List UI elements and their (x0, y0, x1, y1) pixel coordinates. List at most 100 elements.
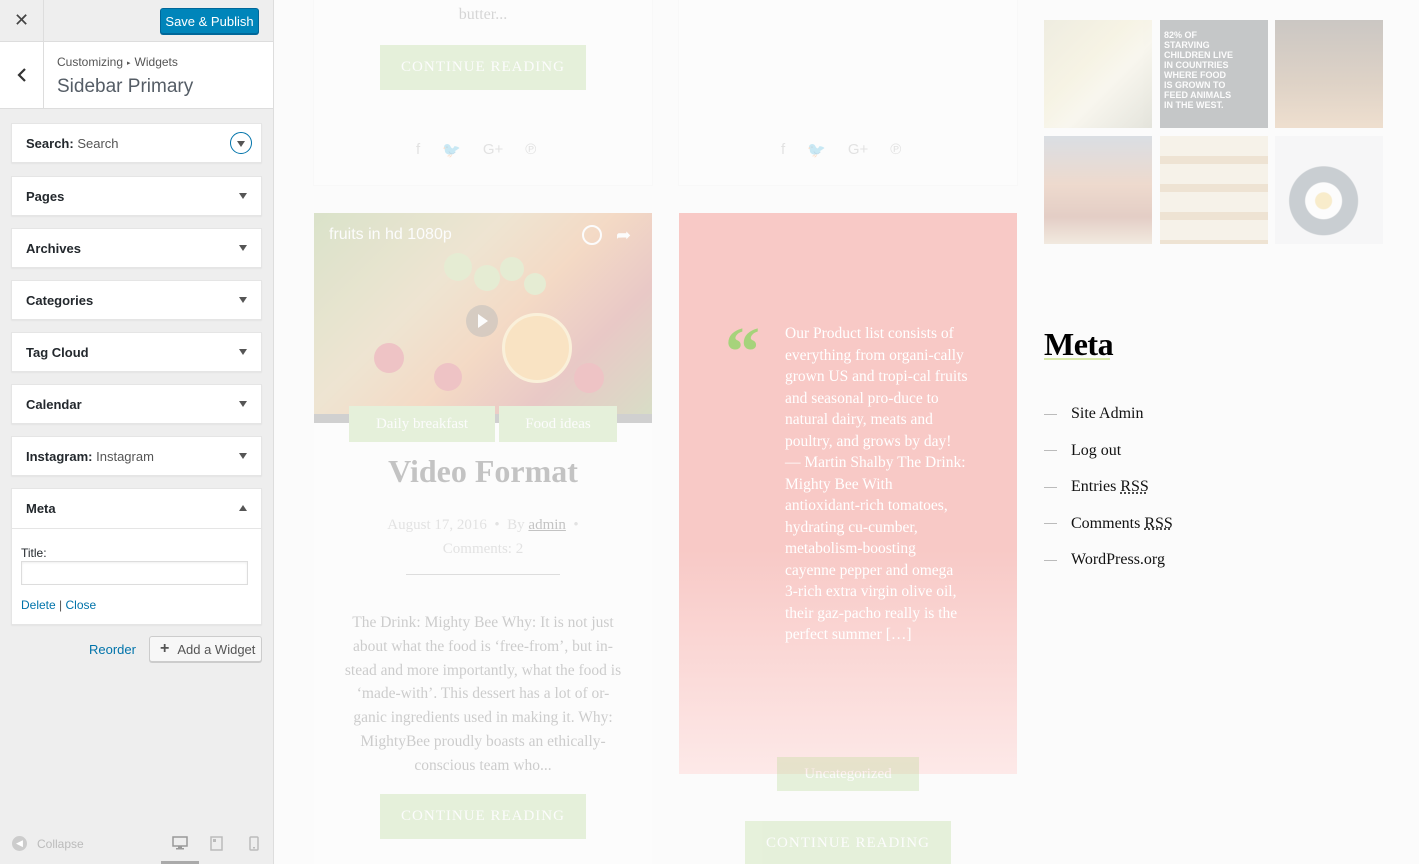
widget-search-name: Search (26, 136, 70, 151)
close-customizer-button[interactable]: ✕ (0, 0, 44, 41)
widget-calendar-name: Calendar (26, 397, 82, 412)
widget-toggle-button[interactable] (230, 132, 252, 154)
chevron-down-icon[interactable] (239, 245, 247, 251)
post-author-link[interactable]: admin (528, 517, 566, 533)
widget-archives[interactable]: Archives (11, 228, 262, 268)
widget-meta[interactable]: Meta Title: Delete | Close (11, 488, 262, 625)
pinterest-icon[interactable]: ℗ (890, 141, 901, 159)
widget-instagram-name: Instagram (26, 449, 89, 464)
tag-daily-breakfast[interactable]: Daily breakfast (349, 406, 495, 442)
post-meta: August 17, 2016 • By admin • Comments: 2 (387, 517, 579, 557)
post-date: August 17, 2016 (387, 517, 487, 533)
instagram-image[interactable] (1160, 136, 1268, 244)
widget-instagram-title: Instagram (96, 449, 154, 464)
widget-instagram[interactable]: Instagram: Instagram (11, 436, 262, 476)
continue-reading-button[interactable]: CONTINUE READING (380, 45, 586, 90)
category-tag[interactable]: Uncategorized (777, 757, 919, 791)
post-title[interactable]: Video Format (314, 453, 652, 490)
quote-post-card: “ Our Product list consists of everythin… (679, 213, 1017, 774)
section-title: Sidebar Primary (57, 76, 194, 97)
video-thumbnail[interactable]: fruits in hd 1080p ➦ (314, 213, 652, 423)
widget-categories[interactable]: Categories (11, 280, 262, 320)
quote-text: Our Product list consists of everything … (785, 325, 968, 643)
title-input[interactable] (21, 561, 248, 585)
instagram-grid: 82% of starving children live in countri… (1044, 20, 1384, 244)
widget-archives-name: Archives (26, 241, 81, 256)
chevron-down-icon[interactable] (239, 453, 247, 459)
tag-food-ideas[interactable]: Food ideas (499, 406, 617, 442)
chevron-down-icon[interactable] (239, 193, 247, 199)
twitter-icon[interactable]: 🐦 (807, 141, 826, 159)
close-icon: ✕ (13, 10, 30, 30)
divider (406, 574, 560, 575)
facebook-icon[interactable]: f (781, 141, 785, 159)
section-info: Customizing ▸ Widgets Sidebar Primary (0, 42, 273, 109)
watch-later-icon[interactable] (582, 225, 602, 245)
save-publish-button[interactable]: Save & Publish (160, 8, 259, 34)
add-widget-button[interactable]: + Add a Widget (149, 636, 262, 662)
chevron-left-icon (16, 68, 26, 82)
instagram-image[interactable] (1044, 136, 1152, 244)
chevron-down-icon[interactable] (239, 297, 247, 303)
mobile-preview-icon[interactable] (249, 836, 259, 851)
collapse-button[interactable]: ◀ Collapse (12, 836, 84, 851)
widget-pages-name: Pages (26, 189, 65, 204)
video-title: fruits in hd 1080p (329, 226, 452, 243)
meta-link-log-out[interactable]: Log out (1044, 433, 1173, 470)
quote-icon: “ (725, 314, 760, 391)
google-plus-icon[interactable]: G+ (483, 141, 503, 159)
customizer-footer: ◀ Collapse (0, 824, 273, 864)
widget-actions: Delete | Close (21, 598, 97, 612)
customizer-panel: ✕ Save & Publish Customizing ▸ Widgets Sid… (0, 0, 274, 864)
post-card: butter... CONTINUE READING f 🐦 G+ ℗ (314, 0, 652, 185)
instagram-image[interactable]: 82% of starving children live in countri… (1160, 20, 1268, 128)
breadcrumb-separator: ▸ (127, 60, 131, 67)
twitter-icon[interactable]: 🐦 (442, 141, 461, 159)
delete-link[interactable]: Delete (21, 598, 56, 612)
tablet-preview-icon[interactable] (210, 836, 223, 851)
widget-tag-cloud[interactable]: Tag Cloud (11, 332, 262, 372)
instagram-image[interactable] (1275, 136, 1383, 244)
back-button[interactable] (0, 42, 44, 108)
chevron-down-icon (237, 141, 245, 147)
title-label: Title: (21, 546, 47, 560)
breadcrumb-widgets: Widgets (134, 55, 178, 69)
widget-pages[interactable]: Pages (11, 176, 262, 216)
social-share: f 🐦 G+ ℗ (781, 141, 901, 159)
chevron-down-icon[interactable] (239, 349, 247, 355)
comments-count[interactable]: 2 (516, 541, 524, 557)
post-excerpt: The Drink: Mighty Bee Why: It is not jus… (344, 614, 622, 774)
site-preview: butter... CONTINUE READING f 🐦 G+ ℗ f 🐦 … (274, 0, 1419, 864)
widget-meta-form: Title: Delete | Close (12, 528, 261, 624)
customizer-header: ✕ Save & Publish (0, 0, 273, 42)
continue-reading-button[interactable]: CONTINUE READING (745, 821, 951, 864)
video-post-card: fruits in hd 1080p ➦ Daily breakfast Foo… (314, 213, 652, 864)
play-icon[interactable] (466, 305, 498, 337)
meta-link-wordpress-org[interactable]: WordPress.org (1044, 542, 1173, 579)
widget-search[interactable]: Search: Search (11, 123, 262, 163)
post-excerpt-tail: butter... (458, 6, 508, 23)
instagram-image[interactable] (1044, 20, 1152, 128)
collapse-label: Collapse (37, 836, 84, 851)
chevron-down-icon[interactable] (239, 401, 247, 407)
social-share: f 🐦 G+ ℗ (416, 141, 536, 159)
widget-search-title: Search (77, 136, 119, 151)
widget-meta-name: Meta (26, 501, 56, 516)
close-link[interactable]: Close (66, 598, 97, 612)
facebook-icon[interactable]: f (416, 141, 420, 159)
desktop-preview-icon[interactable] (172, 836, 188, 850)
widget-categories-name: Categories (26, 293, 94, 308)
pinterest-icon[interactable]: ℗ (525, 141, 536, 159)
continue-reading-button[interactable]: CONTINUE READING (380, 794, 586, 839)
meta-link-site-admin[interactable]: Site Admin (1044, 396, 1173, 433)
add-widget-label: Add a Widget (177, 641, 256, 657)
meta-link-entries-rss[interactable]: Entries RSS (1044, 469, 1173, 506)
chevron-up-icon[interactable] (239, 505, 247, 511)
heading-underline (1044, 358, 1110, 360)
share-icon[interactable]: ➦ (616, 225, 631, 246)
widget-calendar[interactable]: Calendar (11, 384, 262, 424)
meta-link-comments-rss[interactable]: Comments RSS (1044, 506, 1173, 543)
instagram-image[interactable] (1275, 20, 1383, 128)
google-plus-icon[interactable]: G+ (848, 141, 868, 159)
reorder-link[interactable]: Reorder (89, 642, 136, 657)
